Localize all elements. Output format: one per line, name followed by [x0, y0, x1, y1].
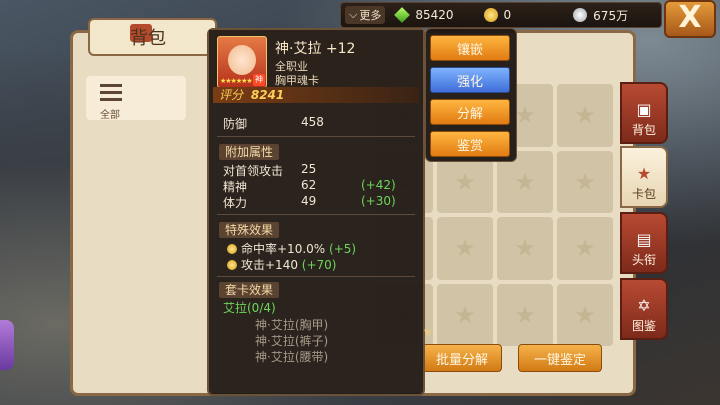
set-name: 艾拉(0/4)	[223, 301, 276, 315]
set-item: 神·艾拉(胸甲)	[255, 318, 329, 332]
scroll-down-arrow-icon[interactable]: ▼	[424, 328, 436, 339]
divider	[217, 214, 415, 215]
card-slot[interactable]	[557, 150, 613, 213]
card-score: 评分 8241	[213, 87, 419, 103]
bonus-section-title: 附加属性	[219, 144, 280, 160]
scroll-icon: ▤	[636, 230, 652, 249]
more-button[interactable]: ⌵ 更多	[345, 6, 386, 24]
bonus-stat-label: 对首领攻击	[223, 164, 284, 178]
set-item: 神·艾拉(裤子)	[255, 334, 329, 348]
divider	[217, 136, 415, 137]
set-section-title: 套卡效果	[219, 282, 280, 298]
card-slot[interactable]	[557, 84, 613, 147]
gem-icon	[394, 7, 411, 23]
star-card-icon: ★	[636, 164, 652, 183]
close-button[interactable]: X	[664, 0, 716, 38]
special-effect-text: 攻击+140	[241, 258, 298, 272]
defense-value: 458	[301, 115, 324, 129]
left-edge-orb[interactable]	[0, 320, 14, 370]
bonus-stat-value: 25	[301, 162, 317, 176]
special-effect-bonus: (+5)	[329, 242, 357, 256]
decompose-label: 分解	[456, 106, 483, 122]
bonus-stat-label: 精神	[223, 180, 248, 194]
card-slot[interactable]	[497, 283, 553, 346]
card-type: 胸甲魂卡	[275, 74, 319, 87]
gem-currency: 85420	[394, 7, 454, 23]
card-slot[interactable]	[437, 217, 493, 280]
one-click-appraise-label: 一键鉴定	[533, 352, 586, 368]
silver-currency: 675万	[573, 7, 628, 24]
set-item: 神·艾拉(腰带)	[255, 350, 329, 364]
filter-all-button[interactable]: 全部	[86, 76, 186, 121]
bonus-stat-extra: (+30)	[361, 194, 396, 208]
defense-label: 防御	[223, 117, 248, 131]
special-effect-bonus: (+70)	[301, 258, 337, 272]
gold-coin-icon	[483, 8, 498, 22]
appreciate-label: 鉴赏	[456, 138, 483, 154]
card-slot[interactable]	[437, 283, 493, 346]
side-tab-codex[interactable]: ✡ 图鉴	[620, 278, 668, 340]
appreciate-button[interactable]: 鉴赏	[430, 131, 510, 157]
card-slot[interactable]	[557, 217, 613, 280]
god-badge: 神	[253, 74, 265, 86]
decompose-button[interactable]: 分解	[430, 99, 510, 125]
gold-amount: 0	[503, 8, 512, 22]
inlay-button[interactable]: 镶嵌	[430, 35, 510, 61]
filter-all-label: 全部	[100, 110, 120, 121]
gem-amount: 85420	[415, 8, 454, 22]
bag-icon: ▣	[636, 100, 652, 119]
card-header: ★★★★★★ 神 神·艾拉 +12 全职业 胸甲魂卡 评分 8241	[209, 30, 423, 103]
bag-title-text: 背包	[130, 28, 166, 49]
more-label: 更多	[359, 9, 382, 22]
inlay-label: 镶嵌	[456, 42, 483, 58]
side-tab-card-pack[interactable]: ★ 卡包	[620, 146, 668, 208]
star-rating-icon: ★★★★★★	[220, 77, 253, 85]
side-tab-bag-label: 背包	[631, 123, 656, 137]
score-value: 8241	[250, 88, 285, 102]
silver-coin-icon	[573, 8, 588, 22]
character-face	[228, 45, 256, 75]
side-tab-card-pack-label: 卡包	[631, 187, 656, 201]
divider	[217, 276, 415, 277]
hexagram-icon: ✡	[637, 296, 651, 315]
close-icon: X	[678, 0, 702, 35]
gold-currency: 0	[483, 8, 512, 22]
side-tab-title[interactable]: ▤ 头衔	[620, 212, 668, 274]
currency-bar: ⌵ 更多 85420 0 675万	[340, 2, 662, 28]
bonus-stat-label: 体力	[223, 196, 248, 210]
coin-bullet-icon	[227, 260, 237, 270]
chevron-down-icon: ⌵	[349, 8, 358, 21]
card-slot[interactable]	[497, 217, 553, 280]
card-portrait: ★★★★★★ 神	[217, 36, 267, 88]
card-name: 神·艾拉 +12	[275, 41, 356, 57]
bonus-stat-value: 62	[301, 178, 317, 192]
side-tab-bag[interactable]: ▣ 背包	[620, 82, 668, 144]
card-detail-tooltip: ★★★★★★ 神 神·艾拉 +12 全职业 胸甲魂卡 评分 8241 防御 45…	[207, 28, 425, 396]
silver-amount: 675万	[593, 8, 629, 23]
action-menu: 镶嵌 强化 分解 鉴赏	[425, 28, 517, 162]
side-tab-codex-label: 图鉴	[631, 319, 656, 333]
batch-decompose-button[interactable]: 批量分解	[422, 344, 502, 372]
side-tab-title-label: 头衔	[631, 253, 656, 267]
special-effect: 攻击+140 (+70)	[227, 256, 336, 273]
bag-panel-title: 背包	[88, 18, 217, 56]
special-effect-text: 命中率+10.0%	[241, 242, 326, 256]
score-label: 评分	[219, 88, 244, 102]
enhance-button[interactable]: 强化	[430, 67, 510, 93]
bonus-stat-value: 49	[301, 194, 317, 208]
coin-bullet-icon	[227, 244, 237, 254]
bonus-stat-extra: (+42)	[361, 178, 396, 192]
list-icon	[100, 84, 122, 102]
batch-decompose-label: 批量分解	[435, 352, 488, 368]
enhance-label: 强化	[456, 74, 483, 90]
special-section-title: 特殊效果	[219, 222, 280, 238]
card-slot[interactable]	[557, 283, 613, 346]
special-effect: 命中率+10.0% (+5)	[227, 240, 356, 257]
one-click-appraise-button[interactable]: 一键鉴定	[518, 344, 602, 372]
